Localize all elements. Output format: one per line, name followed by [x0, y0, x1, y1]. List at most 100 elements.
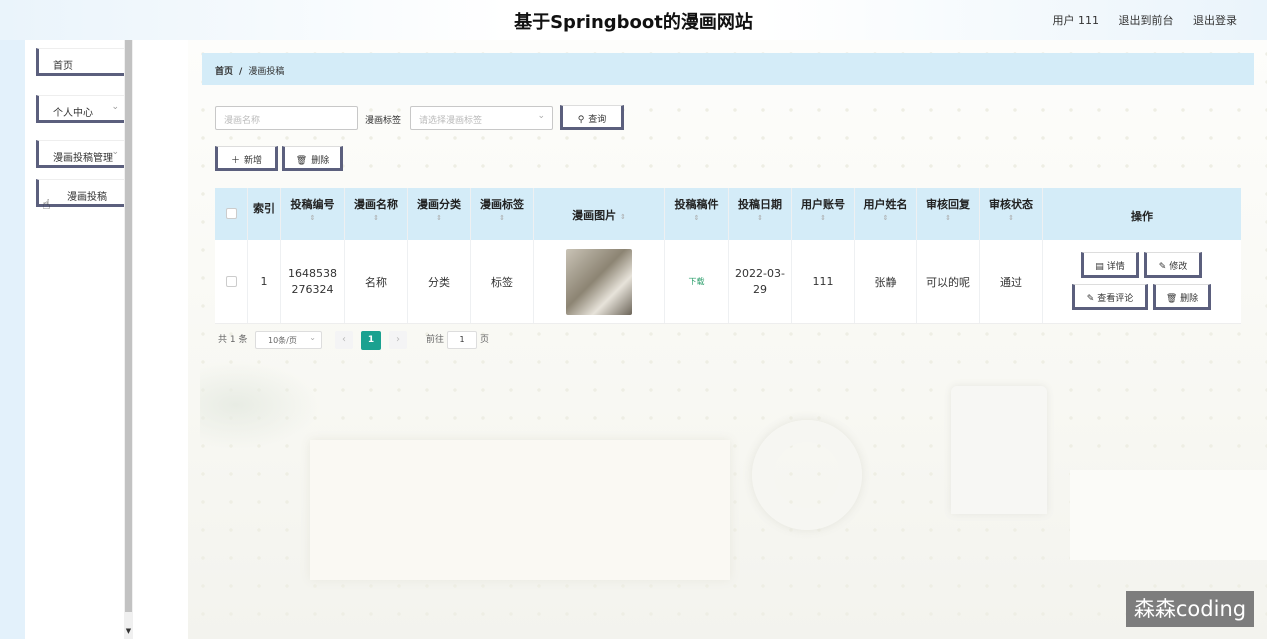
sidebar-item-label: 漫画投稿管理 [53, 153, 113, 164]
sort-icon[interactable]: ⇕ [792, 214, 854, 222]
cell-submission-no: 1648538276324 [281, 240, 345, 323]
edit-icon: ✎ [1086, 294, 1095, 304]
edit-button[interactable]: ✎ 修改 [1144, 252, 1202, 278]
watermark: 森森coding [1126, 591, 1254, 627]
select-all-cell [215, 188, 248, 240]
row-checkbox[interactable] [225, 276, 237, 287]
sidebar-item-label: 首页 [53, 61, 73, 72]
sort-icon[interactable]: ⇕ [345, 214, 407, 222]
chevron-down-icon: ⌄ [111, 102, 119, 112]
download-link[interactable]: 下载 [689, 276, 705, 287]
trash-icon: 🗑 [1165, 294, 1178, 304]
sidebar-item-label: 个人中心 [53, 108, 93, 119]
cell-date: 2022-03-29 [729, 240, 792, 323]
sort-icon[interactable]: ⇕ [665, 214, 728, 222]
search-button[interactable]: ⚲ 查询 [560, 105, 624, 130]
trash-icon: 🗑 [295, 156, 308, 166]
table-header: 索引 投稿编号 ⇕ 漫画名称 ⇕ 漫画分类 ⇕ 漫画标签 ⇕ 漫画图片 ⇕ 投稿稿件 ⇕ … [215, 188, 1241, 240]
row-checkbox-cell [215, 240, 248, 323]
breadcrumb-current: 漫画投稿 [248, 67, 285, 77]
header-category[interactable]: 漫画分类 ⇕ [408, 188, 471, 240]
sidebar-item-home[interactable]: 首页 [36, 48, 130, 76]
top-header: 基于Springboot的漫画网站 用户 111 退出到前台 退出登录 [0, 0, 1267, 40]
tag-label: 漫画标签 [365, 116, 402, 126]
document-icon: ▤ [1095, 262, 1104, 272]
goto-page-input[interactable]: 1 [447, 331, 477, 349]
header-comic-name[interactable]: 漫画名称 ⇕ [345, 188, 408, 240]
sort-icon[interactable]: ⇕ [917, 214, 979, 222]
cell-reply: 可以的呢 [917, 240, 980, 323]
header-reply[interactable]: 审核回复 ⇕ [917, 188, 980, 240]
cell-account: 111 [792, 240, 855, 323]
background-ring [752, 420, 862, 530]
page-number-current[interactable]: 1 [361, 331, 381, 350]
plus-icon: ＋ [230, 156, 240, 166]
chevron-down-icon: ⌄ [309, 333, 316, 342]
row-delete-button[interactable]: 🗑 删除 [1153, 284, 1211, 310]
detail-button[interactable]: ▤ 详情 [1081, 252, 1139, 278]
main-left-margin [133, 40, 188, 639]
header-tag[interactable]: 漫画标签 ⇕ [471, 188, 534, 240]
search-button-label: 查询 [588, 115, 607, 125]
cell-status: 通过 [980, 240, 1043, 323]
cell-category: 分类 [408, 240, 471, 323]
goto-suffix: 页 [480, 335, 490, 345]
background-plant [200, 360, 320, 450]
background-box [310, 440, 730, 580]
sort-icon[interactable]: ⇕ [471, 214, 533, 222]
background-cylinder [951, 386, 1047, 514]
scrollbar-thumb[interactable] [125, 40, 132, 612]
sort-icon[interactable]: ⇕ [408, 214, 470, 222]
delete-button-label: 删除 [311, 156, 330, 166]
header-submission-no[interactable]: 投稿编号 ⇕ [281, 188, 345, 240]
add-button-label: 新增 [244, 156, 263, 166]
sidebar-item-personal-center[interactable]: 个人中心 ⌄ [36, 95, 130, 123]
header-image[interactable]: 漫画图片 ⇕ [534, 188, 665, 240]
sort-icon[interactable]: ⇕ [980, 214, 1042, 222]
sort-icon[interactable]: ⇕ [620, 213, 626, 221]
top-links: 用户 111 退出到前台 退出登录 [1037, 12, 1238, 28]
search-icon: ⚲ [577, 115, 585, 125]
prev-page-icon[interactable]: ‹ [335, 331, 353, 349]
breadcrumb-separator: / [239, 67, 243, 77]
header-username[interactable]: 用户姓名 ⇕ [855, 188, 917, 240]
header-status[interactable]: 审核状态 ⇕ [980, 188, 1043, 240]
sort-icon[interactable]: ⇕ [729, 214, 791, 222]
sort-icon[interactable]: ⇕ [281, 214, 344, 222]
select-all-checkbox[interactable] [225, 208, 237, 219]
cell-tag: 标签 [471, 240, 534, 323]
header-actions: 操作 [1131, 210, 1153, 223]
cell-comic-name: 名称 [345, 240, 408, 323]
next-page-icon[interactable]: › [389, 331, 407, 349]
breadcrumb: 首页 / 漫画投稿 [202, 53, 1254, 85]
cell-file: 下载 [665, 240, 729, 323]
comic-thumbnail[interactable] [566, 248, 632, 315]
cell-username: 张静 [855, 240, 917, 323]
comic-name-input[interactable]: 漫画名称 [215, 106, 358, 130]
cell-image [534, 240, 665, 323]
pagination-total: 共 1 条 [218, 335, 248, 345]
cell-actions [1043, 240, 1241, 323]
page-size-select[interactable]: 10条/页 ⌄ [255, 331, 322, 349]
sidebar: 首页 个人中心 ⌄ 漫画投稿管理 ⌄ 漫画投稿 [25, 40, 130, 639]
current-user: 用户 111 [1052, 14, 1100, 27]
header-date[interactable]: 投稿日期 ⇕ [729, 188, 792, 240]
view-comments-button[interactable]: ✎ 查看评论 [1072, 284, 1148, 310]
back-to-front-link[interactable]: 退出到前台 [1119, 14, 1174, 27]
logout-link[interactable]: 退出登录 [1193, 14, 1237, 27]
add-button[interactable]: ＋ 新增 [215, 146, 278, 171]
background-block [1070, 470, 1267, 560]
header-account[interactable]: 用户账号 ⇕ [792, 188, 855, 240]
header-file[interactable]: 投稿稿件 ⇕ [665, 188, 729, 240]
tag-select[interactable]: 请选择漫画标签 ⌄ [410, 106, 553, 130]
batch-delete-button[interactable]: 🗑 删除 [282, 146, 343, 171]
scroll-down-icon[interactable]: ▼ [124, 627, 133, 635]
sidebar-item-label: 漫画投稿 [67, 192, 107, 203]
sort-icon[interactable]: ⇕ [855, 214, 916, 222]
goto-label: 前往 [426, 335, 445, 345]
chevron-down-icon: ⌄ [537, 111, 545, 121]
breadcrumb-home[interactable]: 首页 [215, 67, 233, 77]
sidebar-item-submission-management[interactable]: 漫画投稿管理 ⌄ [36, 140, 130, 168]
left-strip [0, 40, 25, 639]
header-index[interactable]: 索引 [248, 188, 281, 240]
